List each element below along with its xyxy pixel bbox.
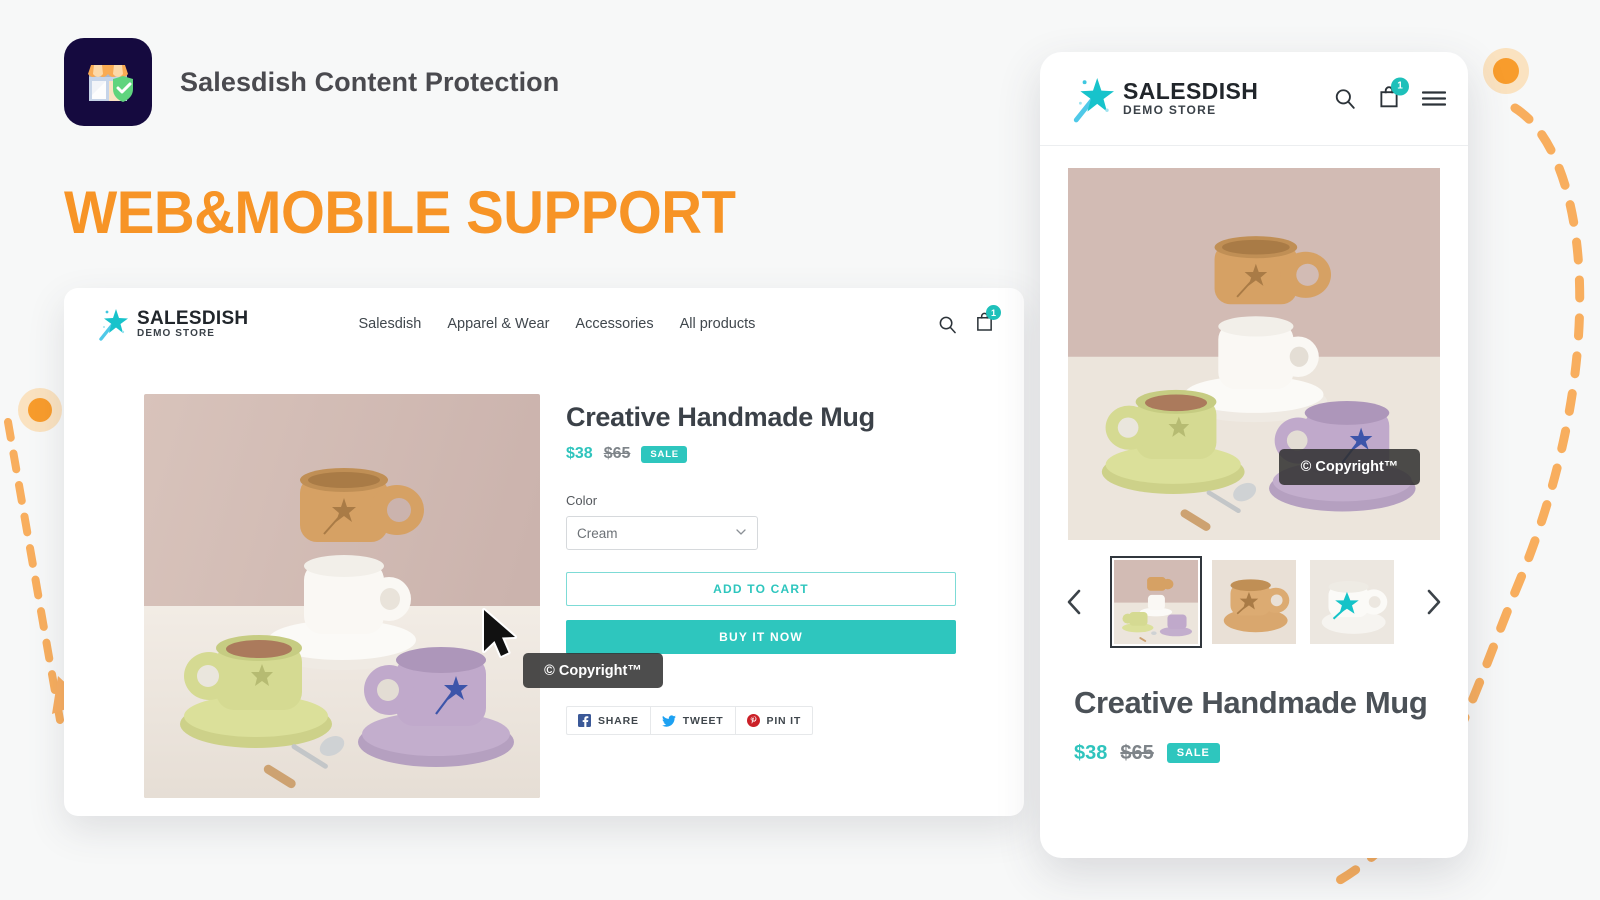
- desktop-store-header: SALESDISH DEMO STORE Salesdish Apparel &…: [64, 288, 1024, 360]
- share-facebook-label: SHARE: [598, 714, 639, 727]
- add-to-cart-button[interactable]: ADD TO CART: [566, 572, 956, 606]
- mobile-brand-subtitle: DEMO STORE: [1123, 103, 1217, 118]
- mobile-product-price: $38: [1074, 741, 1108, 764]
- desktop-brand-name: SALESDISH: [137, 307, 249, 329]
- price-row: $38 $65 SALE: [566, 445, 990, 463]
- nav-item-apparel-wear[interactable]: Apparel & Wear: [447, 316, 549, 332]
- desktop-product-info: Creative Handmade Mug $38 $65 SALE Color…: [566, 394, 990, 798]
- arrow-cursor-icon: [482, 608, 517, 658]
- copyright-tooltip-desktop: © Copyright™: [523, 653, 663, 688]
- hamburger-menu-icon[interactable]: [1422, 91, 1446, 107]
- decorative-dashed-path-right: [1335, 103, 1585, 885]
- magic-wand-star-icon: [99, 309, 128, 341]
- copyright-tooltip-mobile: © Copyright™: [1279, 449, 1420, 485]
- thumbnail-mug-group[interactable]: [1110, 556, 1202, 648]
- sale-badge: SALE: [641, 445, 687, 463]
- twitter-icon: [661, 714, 676, 727]
- desktop-main-nav: Salesdish Apparel & Wear Accessories All…: [358, 316, 755, 332]
- social-share-row: SHARE TWEET PIN IT: [566, 706, 990, 735]
- product-compare-price: $65: [603, 445, 631, 462]
- cart-count-badge: 1: [986, 305, 1001, 320]
- color-select[interactable]: Cream: [566, 516, 758, 550]
- decorative-dot-right: [1483, 48, 1529, 94]
- decorative-dot-left: [18, 388, 62, 432]
- product-main-image[interactable]: [144, 394, 540, 798]
- thumbnail-tan-mug[interactable]: [1212, 560, 1296, 644]
- product-title: Creative Handmade Mug: [566, 402, 875, 432]
- storefront-shield-icon: [88, 65, 133, 102]
- mobile-brand-name: SALESDISH: [1123, 78, 1259, 105]
- color-select-value: Cream: [577, 525, 618, 541]
- chevron-down-icon: [736, 529, 746, 535]
- mobile-thumbnail-carousel: [1040, 556, 1468, 648]
- magic-wand-star-icon: [1073, 77, 1114, 122]
- mobile-product-info: Creative Handmade Mug $38 $65 SALE: [1040, 644, 1468, 765]
- product-price: $38: [566, 445, 593, 462]
- share-twitter-button[interactable]: TWEET: [649, 706, 735, 735]
- nav-item-accessories[interactable]: Accessories: [575, 316, 653, 332]
- nav-item-salesdish[interactable]: Salesdish: [358, 316, 421, 332]
- desktop-brand-subtitle: DEMO STORE: [137, 327, 216, 339]
- mobile-product-title: Creative Handmade Mug: [1074, 685, 1428, 720]
- decorative-dot-core: [1493, 58, 1519, 84]
- pinterest-icon: [746, 714, 760, 727]
- app-header: Salesdish Content Protection: [64, 38, 559, 126]
- desktop-cart[interactable]: 1: [975, 305, 1001, 337]
- mobile-brand-logo[interactable]: SALESDISH DEMO STORE: [1072, 75, 1258, 123]
- desktop-brand-logo[interactable]: SALESDISH DEMO STORE: [98, 307, 248, 341]
- mobile-price-row: $38 $65 SALE: [1074, 742, 1434, 765]
- color-option-label: Color: [566, 493, 598, 508]
- desktop-product-body: Creative Handmade Mug $38 $65 SALE Color…: [64, 360, 1024, 798]
- mobile-store-header: SALESDISH DEMO STORE 1: [1040, 52, 1468, 146]
- share-pinterest-button[interactable]: PIN IT: [734, 706, 814, 735]
- thumbnail-white-mug[interactable]: [1310, 560, 1394, 644]
- buy-it-now-button[interactable]: BUY IT NOW: [566, 620, 956, 654]
- mobile-product-compare-price: $65: [1120, 741, 1154, 764]
- desktop-preview-card: SALESDISH DEMO STORE Salesdish Apparel &…: [64, 288, 1024, 816]
- app-logo: [64, 38, 152, 126]
- desktop-header-actions: 1: [938, 305, 1001, 337]
- chevron-left-icon[interactable]: [1066, 589, 1082, 615]
- share-twitter-label: TWEET: [682, 714, 724, 727]
- mobile-cart[interactable]: 1: [1378, 77, 1409, 113]
- page-headline: WEB&MOBILE SUPPORT: [64, 179, 736, 246]
- chevron-right-icon[interactable]: [1426, 589, 1442, 615]
- facebook-icon: [578, 714, 591, 727]
- app-title: Salesdish Content Protection: [180, 66, 560, 97]
- share-facebook-button[interactable]: SHARE: [566, 706, 650, 735]
- decorative-dot-core: [28, 398, 52, 422]
- mobile-sale-badge: SALE: [1166, 743, 1220, 764]
- search-icon[interactable]: [938, 315, 957, 334]
- mobile-header-actions: 1: [1334, 77, 1446, 113]
- cart-count-badge: 1: [1391, 77, 1409, 95]
- nav-item-all-products[interactable]: All products: [680, 316, 756, 332]
- search-icon[interactable]: [1334, 88, 1356, 110]
- share-pinterest-label: PIN IT: [766, 714, 802, 727]
